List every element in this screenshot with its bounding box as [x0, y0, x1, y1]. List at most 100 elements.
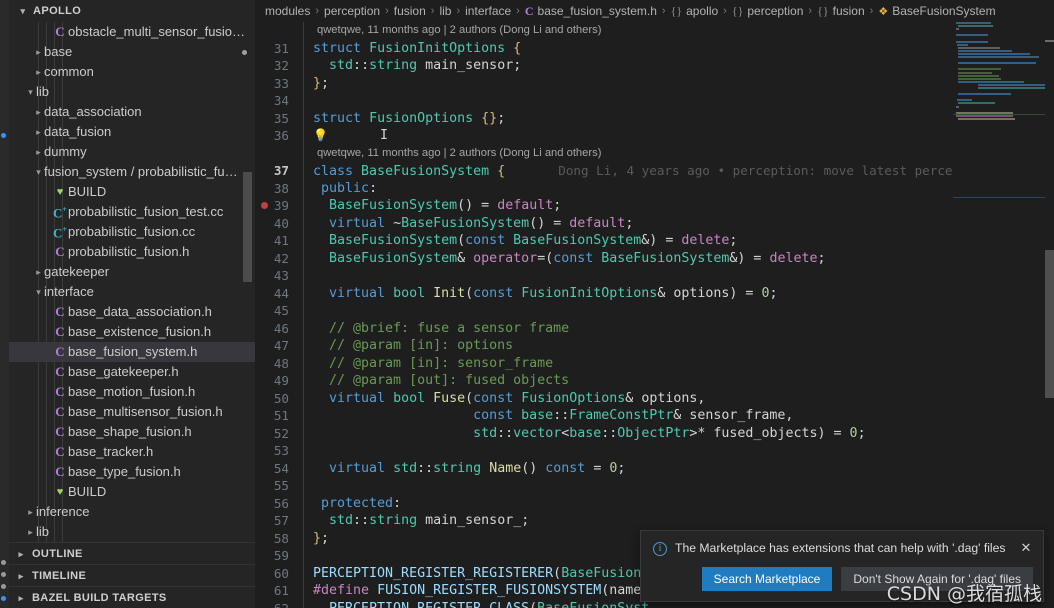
line-source[interactable]: // @param [in]: options — [303, 337, 1054, 355]
line-source[interactable]: BaseFusionSystem(const BaseFusionSystem&… — [303, 232, 1054, 250]
line-source[interactable]: virtual ~BaseFusionSystem() = default; — [303, 215, 1054, 233]
code-line[interactable]: 52 std::vector<base::ObjectPtr>* fused_o… — [255, 425, 1054, 443]
code-line[interactable]: 40 virtual ~BaseFusionSystem() = default… — [255, 215, 1054, 233]
breadcrumb-item-base-fusion-system-h[interactable]: Cbase_fusion_system.h — [525, 4, 657, 19]
tree-item-build[interactable]: ♥ BUILD — [9, 482, 255, 502]
activity-dot-b[interactable] — [1, 572, 6, 577]
editor-scrollbar[interactable] — [1045, 22, 1054, 608]
line-source[interactable]: virtual bool Init(const FusionInitOption… — [303, 285, 1054, 303]
line-source[interactable]: }; — [303, 75, 1054, 93]
line-source[interactable]: const base::FrameConstPtr& sensor_frame, — [303, 407, 1054, 425]
search-marketplace-button[interactable]: Search Marketplace — [701, 567, 833, 591]
breadcrumb-item-basefusionsystem[interactable]: ❖ BaseFusionSystem — [878, 4, 995, 18]
tree-item-lib[interactable]: ▾ lib — [9, 82, 255, 102]
file-tree[interactable]: Cobstacle_multi_sensor_fusion.h ▸ base ▸ com… — [9, 22, 255, 542]
activity-dot-c[interactable] — [1, 584, 6, 589]
tree-item-base-existence-fusion-h[interactable]: Cbase_existence_fusion.h — [9, 322, 255, 342]
activity-dot-d[interactable] — [1, 596, 6, 601]
code-line[interactable]: 34 — [255, 92, 1054, 110]
panel-outline[interactable]: ▸ OUTLINE — [9, 542, 255, 564]
tree-item-base-fusion-system-h[interactable]: Cbase_fusion_system.h — [9, 342, 255, 362]
tree-item-base-tracker-h[interactable]: Cbase_tracker.h — [9, 442, 255, 462]
breadcrumb-item-apollo[interactable]: {} apollo — [671, 4, 719, 19]
line-source[interactable]: BaseFusionSystem& operator=(const BaseFu… — [303, 250, 1054, 268]
activity-dot-explorer[interactable] — [1, 133, 6, 138]
line-source[interactable]: // @param [in]: sensor_frame — [303, 355, 1054, 373]
line-source[interactable]: struct FusionOptions {}; — [303, 110, 1054, 128]
editor-scrollbar-slider[interactable] — [1045, 250, 1054, 398]
line-source[interactable] — [303, 267, 1054, 285]
line-source[interactable] — [303, 477, 1054, 495]
code-line[interactable]: 38 public: — [255, 180, 1054, 198]
code-line[interactable]: 51 const base::FrameConstPtr& sensor_fra… — [255, 407, 1054, 425]
breadcrumb-item-fusion[interactable]: fusion — [394, 4, 426, 18]
tree-item-fusion-system-probabilistic-fu[interactable]: ▾ fusion_system / probabilistic_fu… — [9, 162, 255, 182]
tree-item-common[interactable]: ▸ common — [9, 62, 255, 82]
tree-item-data-association[interactable]: ▸ data_association — [9, 102, 255, 122]
tree-item-interface[interactable]: ▾ interface — [9, 282, 255, 302]
code-line[interactable]: 37 class BaseFusionSystem { Dong Li, 4 ye… — [255, 162, 1054, 180]
line-source[interactable]: 💡 I — [303, 127, 1054, 145]
line-source[interactable] — [303, 302, 1054, 320]
tree-item-base-data-association-h[interactable]: Cbase_data_association.h — [9, 302, 255, 322]
code-line[interactable]: 33}; — [255, 75, 1054, 93]
code-line[interactable]: 32 std::string main_sensor; — [255, 57, 1054, 75]
code-line[interactable]: 41 BaseFusionSystem(const BaseFusionSyst… — [255, 232, 1054, 250]
breadcrumb-item-perception[interactable]: perception — [324, 4, 380, 18]
code-line[interactable]: 47 // @param [in]: options — [255, 337, 1054, 355]
tree-item-probabilistic-fusion-h[interactable]: Cprobabilistic_fusion.h — [9, 242, 255, 262]
code-line[interactable]: 57 std::string main_sensor_; — [255, 512, 1054, 530]
code-action-lightbulb-icon[interactable]: 💡 — [313, 128, 328, 142]
tree-item-base-shape-fusion-h[interactable]: Cbase_shape_fusion.h — [9, 422, 255, 442]
tree-item-base-motion-fusion-h[interactable]: Cbase_motion_fusion.h — [9, 382, 255, 402]
activity-bar[interactable] — [0, 0, 9, 608]
code-line[interactable]: 46 // @brief: fuse a sensor frame — [255, 320, 1054, 338]
line-source[interactable]: struct FusionInitOptions { — [303, 40, 1054, 58]
breadcrumb-item-lib[interactable]: lib — [439, 4, 451, 18]
tree-item-base-multisensor-fusion-h[interactable]: Cbase_multisensor_fusion.h — [9, 402, 255, 422]
tree-item-lib[interactable]: ▸ lib — [9, 522, 255, 542]
code-line[interactable]: 31 struct FusionInitOptions { — [255, 40, 1054, 58]
code-line[interactable]: 50 virtual bool Fuse(const FusionOptions… — [255, 390, 1054, 408]
line-source[interactable] — [303, 92, 1054, 110]
tree-item-base-type-fusion-h[interactable]: Cbase_type_fusion.h — [9, 462, 255, 482]
tree-item-build[interactable]: ♥ BUILD — [9, 182, 255, 202]
line-source[interactable]: std::string main_sensor; — [303, 57, 1054, 75]
line-source[interactable]: protected: — [303, 495, 1054, 513]
code-line[interactable]: 35 struct FusionOptions {}; — [255, 110, 1054, 128]
code-line[interactable]: 53 — [255, 442, 1054, 460]
line-source[interactable]: virtual bool Fuse(const FusionOptions& o… — [303, 390, 1054, 408]
breadcrumb[interactable]: modules › perception › fusion › lib › interface ›… — [255, 0, 1054, 22]
tree-item-data-fusion[interactable]: ▸ data_fusion — [9, 122, 255, 142]
tree-item-probabilistic-fusion-test-cc[interactable]: Cprobabilistic_fusion_test.cc — [9, 202, 255, 222]
explorer-section-header[interactable]: ▾ APOLLO — [9, 0, 255, 22]
code-line[interactable]: 39 BaseFusionSystem() = default; — [255, 197, 1054, 215]
tree-item-probabilistic-fusion-cc[interactable]: Cprobabilistic_fusion.cc — [9, 222, 255, 242]
tree-item-base-gatekeeper-h[interactable]: Cbase_gatekeeper.h — [9, 362, 255, 382]
line-source[interactable]: class BaseFusionSystem { Dong Li, 4 year… — [303, 162, 1054, 180]
line-source[interactable]: // @param [out]: fused objects — [303, 372, 1054, 390]
code-line[interactable]: 56 protected: — [255, 495, 1054, 513]
activity-dot-a[interactable] — [1, 560, 6, 565]
line-source[interactable]: public: — [303, 180, 1054, 198]
minimap[interactable] — [953, 22, 1045, 608]
breadcrumb-item-interface[interactable]: interface — [465, 4, 511, 18]
breakpoint-icon[interactable] — [261, 202, 268, 209]
line-source[interactable]: std::vector<base::ObjectPtr>* fused_obje… — [303, 425, 1054, 443]
line-source[interactable]: std::string main_sensor_; — [303, 512, 1054, 530]
line-source[interactable]: // @brief: fuse a sensor frame — [303, 320, 1054, 338]
source-code[interactable]: qwetqwe, 11 months ago | 2 authors (Dong… — [255, 22, 1054, 608]
tree-item-gatekeeper[interactable]: ▸ gatekeeper — [9, 262, 255, 282]
code-line[interactable]: 54 virtual std::string Name() const = 0; — [255, 460, 1054, 478]
tree-item-base[interactable]: ▸ base — [9, 42, 255, 62]
editor-viewport[interactable]: qwetqwe, 11 months ago | 2 authors (Dong… — [255, 22, 1054, 608]
panel-bazel-build-targets[interactable]: ▸ BAZEL BUILD TARGETS — [9, 586, 255, 608]
tree-item-obstacle-multi-sensor-fusion-h[interactable]: Cobstacle_multi_sensor_fusion.h — [9, 22, 255, 42]
breadcrumb-item-perception[interactable]: {} perception — [732, 4, 804, 19]
panel-timeline[interactable]: ▸ TIMELINE — [9, 564, 255, 586]
code-line[interactable]: 44 virtual bool Init(const FusionInitOpt… — [255, 285, 1054, 303]
code-line[interactable]: 55 — [255, 477, 1054, 495]
line-source[interactable]: virtual std::string Name() const = 0; — [303, 460, 1054, 478]
tree-item-dummy[interactable]: ▸ dummy — [9, 142, 255, 162]
code-line[interactable]: 45 — [255, 302, 1054, 320]
